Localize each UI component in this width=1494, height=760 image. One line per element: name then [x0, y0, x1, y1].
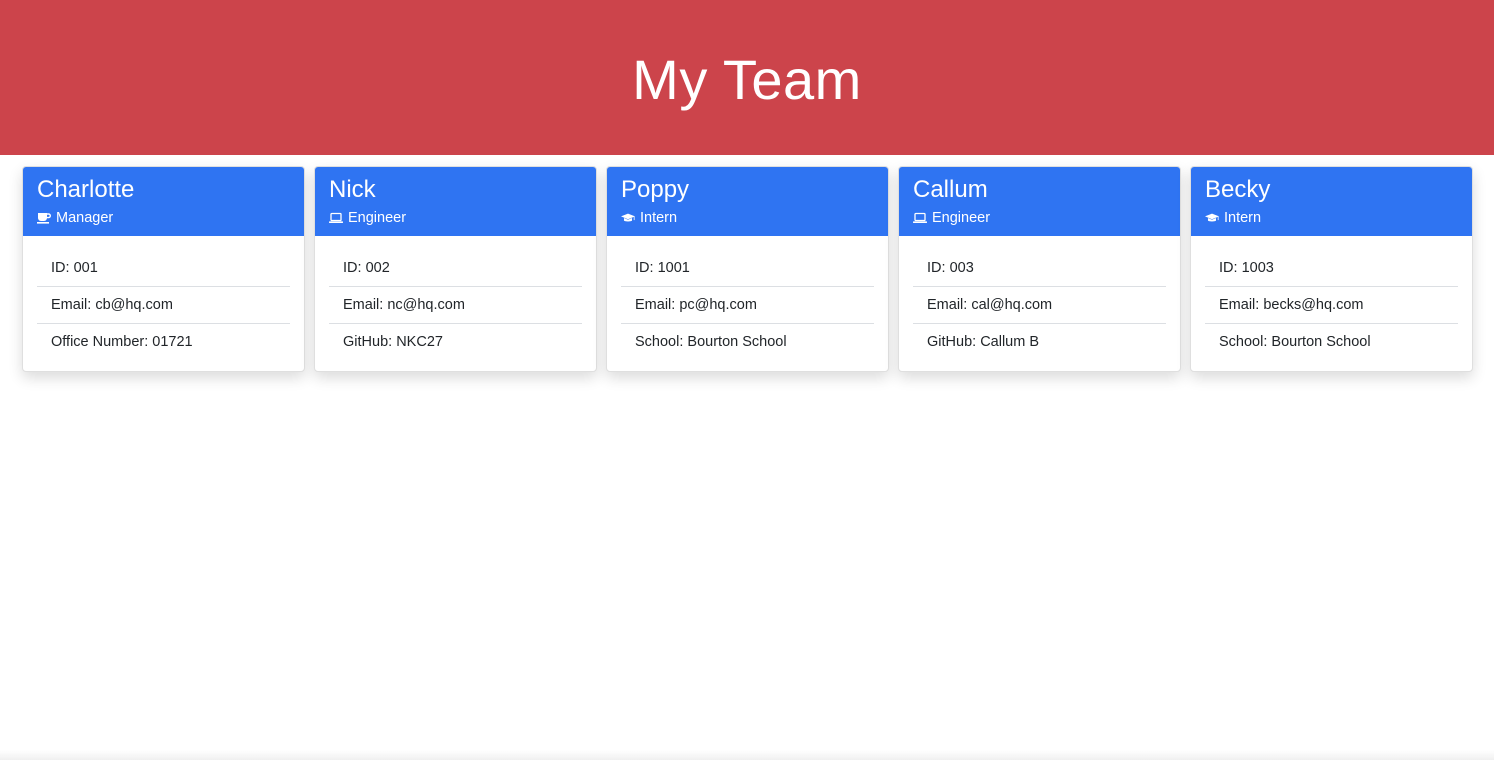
card-header: Poppy Intern: [607, 167, 888, 236]
laptop-icon: [913, 212, 927, 224]
detail-item: ID001: [37, 250, 290, 287]
card-body: ID1003Emailbecks@hq.comSchoolBourton Sch…: [1191, 236, 1472, 360]
card-header: Charlotte Manager: [23, 167, 304, 236]
card-body: ID003Emailcal@hq.comGitHubCallum B: [899, 236, 1180, 360]
employee-name: Poppy: [621, 176, 690, 203]
employee-name: Becky: [1205, 176, 1271, 203]
employee-role-label: Manager: [56, 210, 114, 226]
detail-label: ID: [635, 260, 658, 276]
employee-role: Manager: [37, 209, 290, 227]
detail-item: Office Number01721: [37, 324, 290, 360]
detail-item: Emailpc@hq.com: [621, 287, 874, 324]
team-cards: CharlotteManagerID001Emailcb@hq.comOffic…: [22, 166, 1473, 372]
card-body: ID001Emailcb@hq.comOffice Number01721: [23, 236, 304, 360]
page: My Team CharlotteManagerID001Emailcb@hq.…: [0, 0, 1494, 760]
detail-label: Email: [51, 297, 95, 313]
detail-value: Bourton School: [1271, 334, 1371, 350]
employee-role-label: Intern: [1224, 210, 1262, 226]
detail-value: nc@hq.com: [387, 297, 465, 313]
detail-label: Office Number: [51, 334, 152, 350]
employee-role: Intern: [621, 209, 874, 227]
detail-item: Emailcb@hq.com: [37, 287, 290, 324]
detail-item: Emailbecks@hq.com: [1205, 287, 1458, 324]
employee-role: Engineer: [913, 209, 1166, 227]
detail-value: cb@hq.com: [95, 297, 173, 313]
employee-card: CallumEngineerID003Emailcal@hq.comGitHub…: [898, 166, 1181, 372]
detail-item: ID003: [913, 250, 1166, 287]
detail-value: NKC27: [396, 334, 443, 350]
detail-label: Email: [635, 297, 679, 313]
detail-value: 003: [949, 260, 974, 276]
card-header: Becky Intern: [1191, 167, 1472, 236]
employee-role-label: Intern: [640, 210, 678, 226]
detail-label: ID: [51, 260, 74, 276]
detail-label: ID: [927, 260, 950, 276]
detail-value: cal@hq.com: [971, 297, 1053, 313]
employee-card: CharlotteManagerID001Emailcb@hq.comOffic…: [22, 166, 305, 372]
card-body: ID1001Emailpc@hq.comSchoolBourton School: [607, 236, 888, 360]
detail-label: Email: [1219, 297, 1263, 313]
detail-value: 1001: [657, 260, 690, 276]
detail-label: Email: [343, 297, 387, 313]
detail-item: SchoolBourton School: [621, 324, 874, 360]
employee-role: Intern: [1205, 209, 1458, 227]
detail-item: Emailcal@hq.com: [913, 287, 1166, 324]
card-header: Nick Engineer: [315, 167, 596, 236]
detail-item: GitHubCallum B: [913, 324, 1166, 360]
detail-label: School: [1219, 334, 1271, 350]
page-title: My Team: [632, 48, 862, 111]
employee-name: Nick: [329, 176, 376, 203]
employee-card: PoppyInternID1001Emailpc@hq.comSchoolBou…: [606, 166, 889, 372]
detail-value: becks@hq.com: [1263, 297, 1364, 313]
detail-item: Emailnc@hq.com: [329, 287, 582, 324]
detail-label: GitHub: [343, 334, 396, 350]
employee-role-label: Engineer: [348, 210, 407, 226]
detail-value: 1003: [1241, 260, 1274, 276]
detail-value: Callum B: [980, 334, 1040, 350]
graduation-cap-icon: [621, 212, 635, 224]
employee-card: BeckyInternID1003Emailbecks@hq.comSchool…: [1190, 166, 1473, 372]
employee-role-label: Engineer: [932, 210, 991, 226]
detail-value: 01721: [152, 334, 193, 350]
detail-value: 002: [365, 260, 390, 276]
detail-value: Bourton School: [687, 334, 787, 350]
card-header: Callum Engineer: [899, 167, 1180, 236]
detail-label: School: [635, 334, 687, 350]
detail-label: Email: [927, 297, 971, 313]
page-header: My Team: [0, 0, 1494, 155]
detail-label: GitHub: [927, 334, 980, 350]
employee-name: Callum: [913, 176, 988, 203]
detail-label: ID: [343, 260, 366, 276]
laptop-icon: [329, 212, 343, 224]
detail-value: 001: [73, 260, 98, 276]
employee-name: Charlotte: [37, 176, 135, 203]
coffee-mug-icon: [37, 212, 51, 224]
detail-value: pc@hq.com: [679, 297, 757, 313]
card-body: ID002Emailnc@hq.comGitHubNKC27: [315, 236, 596, 360]
detail-item: ID1003: [1205, 250, 1458, 287]
window-bottom-edge: [0, 750, 1494, 760]
detail-item: ID002: [329, 250, 582, 287]
employee-role: Engineer: [329, 209, 582, 227]
detail-item: GitHubNKC27: [329, 324, 582, 360]
detail-label: ID: [1219, 260, 1242, 276]
detail-item: SchoolBourton School: [1205, 324, 1458, 360]
employee-card: NickEngineerID002Emailnc@hq.comGitHubNKC…: [314, 166, 597, 372]
detail-item: ID1001: [621, 250, 874, 287]
graduation-cap-icon: [1205, 212, 1219, 224]
